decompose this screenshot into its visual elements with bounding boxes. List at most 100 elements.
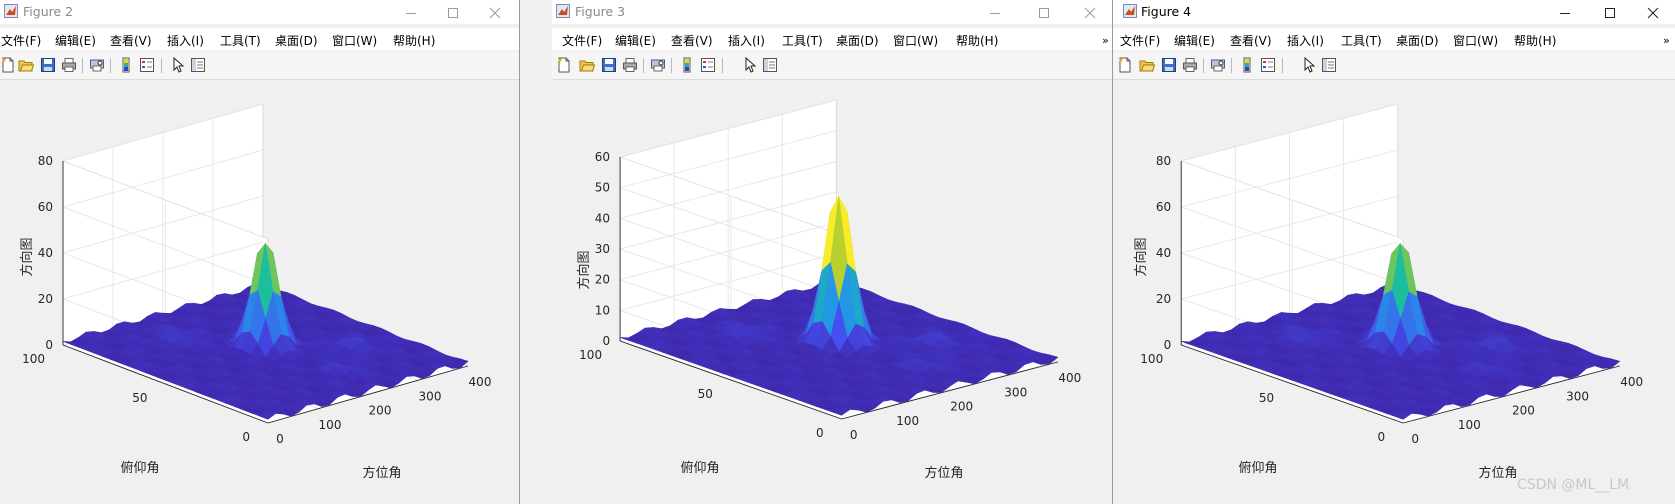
close-button[interactable] bbox=[475, 2, 515, 22]
menu-help[interactable]: 帮助(H) bbox=[393, 32, 435, 49]
menu-bar: 文件(F) 编辑(E) 查看(V) 插入(I) 工具(T) 桌面(D) 窗口(W… bbox=[552, 28, 1113, 50]
property-editor-icon[interactable] bbox=[190, 57, 206, 73]
tick-label: 300 bbox=[419, 389, 442, 403]
maximize-button[interactable] bbox=[1590, 2, 1630, 22]
toolbar-separator bbox=[643, 58, 644, 73]
tick-label: 200 bbox=[950, 400, 973, 414]
menu-edit[interactable]: 编辑(E) bbox=[615, 32, 656, 49]
tick-label: 300 bbox=[1566, 389, 1589, 403]
menu-view[interactable]: 查看(V) bbox=[110, 32, 152, 49]
z-axis-label: 方向图 bbox=[1133, 237, 1149, 276]
menu-window[interactable]: 窗口(W) bbox=[893, 32, 938, 49]
open-file-icon[interactable] bbox=[18, 57, 35, 73]
legend-icon[interactable] bbox=[1260, 57, 1276, 73]
minimize-button[interactable] bbox=[391, 2, 431, 22]
tick-label: 50 bbox=[132, 391, 147, 405]
figure-window-4[interactable]: Figure 4 文件(F) 编辑(E) 查看(V) 插入(I) 工具(T) 桌… bbox=[1112, 0, 1675, 504]
menu-window[interactable]: 窗口(W) bbox=[1453, 32, 1498, 49]
print-icon[interactable] bbox=[622, 57, 638, 73]
window-title: Figure 4 bbox=[1141, 4, 1192, 19]
menu-insert[interactable]: 插入(I) bbox=[728, 32, 765, 49]
tick-label: 100 bbox=[22, 352, 45, 366]
watermark: CSDN @ML__LM bbox=[1517, 477, 1630, 493]
surface-plot[interactable]: 01020304050600100200300400050100 方向图 方位角… bbox=[552, 80, 1114, 504]
colorbar-icon[interactable] bbox=[1239, 57, 1255, 73]
title-bar[interactable]: Figure 3 bbox=[552, 0, 1113, 24]
close-button[interactable] bbox=[1633, 2, 1673, 22]
pointer-icon[interactable] bbox=[742, 56, 758, 73]
tick-label: 400 bbox=[469, 375, 492, 389]
menu-view[interactable]: 查看(V) bbox=[1230, 32, 1272, 49]
minimize-button[interactable] bbox=[975, 2, 1015, 22]
property-editor-icon[interactable] bbox=[1321, 57, 1337, 73]
menu-desktop[interactable]: 桌面(D) bbox=[836, 32, 879, 49]
new-figure-icon[interactable] bbox=[556, 57, 572, 73]
new-figure-icon[interactable] bbox=[1117, 57, 1133, 73]
menu-edit[interactable]: 编辑(E) bbox=[1174, 32, 1215, 49]
open-file-icon[interactable] bbox=[579, 57, 596, 73]
tick-label: 200 bbox=[369, 404, 392, 418]
z-axis-label: 方向图 bbox=[576, 250, 592, 289]
menu-overflow-button[interactable]: » bbox=[1102, 34, 1109, 47]
menu-file[interactable]: 文件(F) bbox=[562, 32, 602, 49]
title-bar[interactable]: Figure 2 bbox=[0, 0, 519, 24]
colorbar-icon[interactable] bbox=[679, 57, 695, 73]
print-icon[interactable] bbox=[61, 57, 77, 73]
tick-label: 50 bbox=[595, 181, 610, 195]
save-icon[interactable] bbox=[1161, 57, 1177, 73]
menu-help[interactable]: 帮助(H) bbox=[1514, 32, 1556, 49]
toolbar-separator bbox=[110, 58, 111, 73]
tick-label: 20 bbox=[595, 273, 610, 287]
menu-insert[interactable]: 插入(I) bbox=[167, 32, 204, 49]
toolbar-separator bbox=[1231, 58, 1232, 73]
print-preview-icon[interactable] bbox=[1210, 57, 1226, 73]
tick-label: 50 bbox=[698, 387, 713, 401]
menu-edit[interactable]: 编辑(E) bbox=[55, 32, 96, 49]
close-button[interactable] bbox=[1070, 2, 1110, 22]
tick-label: 0 bbox=[45, 338, 53, 352]
save-icon[interactable] bbox=[40, 57, 56, 73]
maximize-button[interactable] bbox=[433, 2, 473, 22]
figure-toolbar bbox=[552, 52, 1113, 80]
menu-tools[interactable]: 工具(T) bbox=[1341, 32, 1382, 49]
minimize-button[interactable] bbox=[1545, 2, 1585, 22]
surface-plot[interactable]: 0204060800100200300400050100 方向图 方位角 俯仰角 bbox=[0, 80, 520, 504]
print-icon[interactable] bbox=[1182, 57, 1198, 73]
menu-file[interactable]: 文件(F) bbox=[1120, 32, 1160, 49]
colorbar-icon[interactable] bbox=[118, 57, 134, 73]
tick-label: 0 bbox=[602, 334, 610, 348]
toolbar-separator bbox=[161, 58, 162, 73]
menu-window[interactable]: 窗口(W) bbox=[332, 32, 377, 49]
figure-window-3[interactable]: Figure 3 文件(F) 编辑(E) 查看(V) 插入(I) 工具(T) 桌… bbox=[552, 0, 1114, 504]
legend-icon[interactable] bbox=[700, 57, 716, 73]
print-preview-icon[interactable] bbox=[650, 57, 666, 73]
menu-desktop[interactable]: 桌面(D) bbox=[275, 32, 318, 49]
title-bar[interactable]: Figure 4 bbox=[1113, 0, 1675, 24]
pointer-icon[interactable] bbox=[1301, 56, 1317, 73]
menu-overflow-button[interactable]: » bbox=[1663, 34, 1670, 47]
property-editor-icon[interactable] bbox=[762, 57, 778, 73]
surface-plot[interactable]: 0204060800100200300400050100 方向图 方位角 俯仰角 bbox=[1113, 80, 1675, 504]
save-icon[interactable] bbox=[601, 57, 617, 73]
figure-window-2[interactable]: Figure 2 文件(F) 编辑(E) 查看(V) 插入(I) 工具(T) 桌… bbox=[0, 0, 520, 504]
menu-insert[interactable]: 插入(I) bbox=[1287, 32, 1324, 49]
new-figure-icon[interactable] bbox=[0, 57, 16, 73]
maximize-button[interactable] bbox=[1024, 2, 1064, 22]
tick-label: 80 bbox=[38, 154, 53, 168]
menu-view[interactable]: 查看(V) bbox=[671, 32, 713, 49]
menu-tools[interactable]: 工具(T) bbox=[220, 32, 261, 49]
pointer-icon[interactable] bbox=[170, 56, 186, 73]
open-file-icon[interactable] bbox=[1139, 57, 1156, 73]
matlab-logo-icon bbox=[4, 4, 18, 18]
menu-desktop[interactable]: 桌面(D) bbox=[1396, 32, 1439, 49]
tick-label: 100 bbox=[1458, 418, 1481, 432]
menu-file[interactable]: 文件(F) bbox=[1, 32, 41, 49]
legend-icon[interactable] bbox=[139, 57, 155, 73]
menu-tools[interactable]: 工具(T) bbox=[782, 32, 823, 49]
menu-help[interactable]: 帮助(H) bbox=[956, 32, 998, 49]
tick-label: 200 bbox=[1512, 404, 1535, 418]
tick-label: 60 bbox=[595, 150, 610, 164]
tick-label: 100 bbox=[579, 348, 602, 362]
print-preview-icon[interactable] bbox=[89, 57, 105, 73]
tick-label: 0 bbox=[1378, 430, 1386, 444]
